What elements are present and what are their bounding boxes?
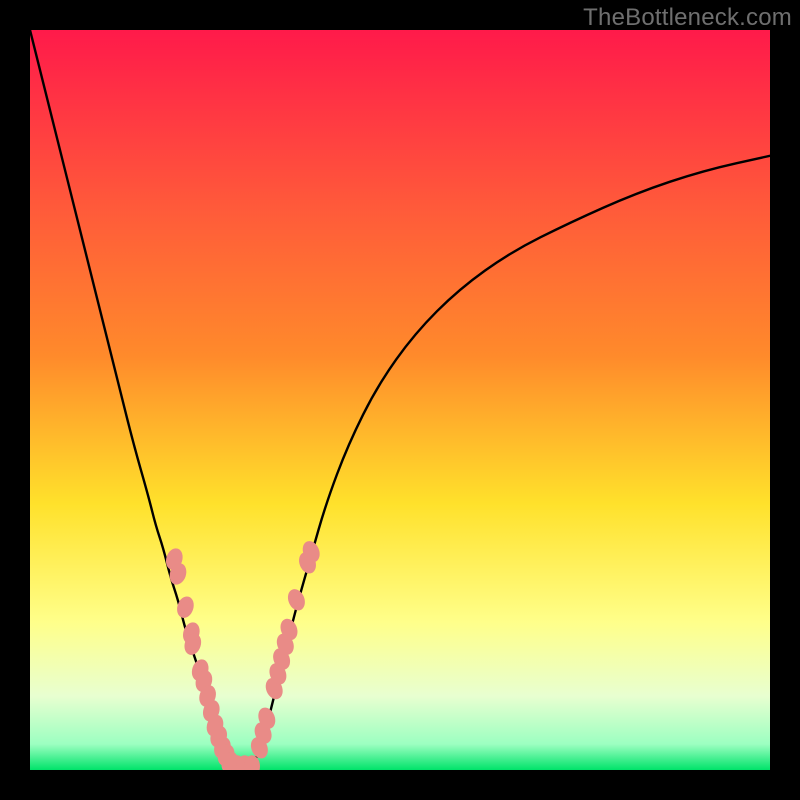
chart-frame: TheBottleneck.com (0, 0, 800, 800)
plot-area (30, 30, 770, 770)
watermark-text: TheBottleneck.com (583, 4, 792, 32)
gradient-background (30, 30, 770, 770)
chart-svg (30, 30, 770, 770)
